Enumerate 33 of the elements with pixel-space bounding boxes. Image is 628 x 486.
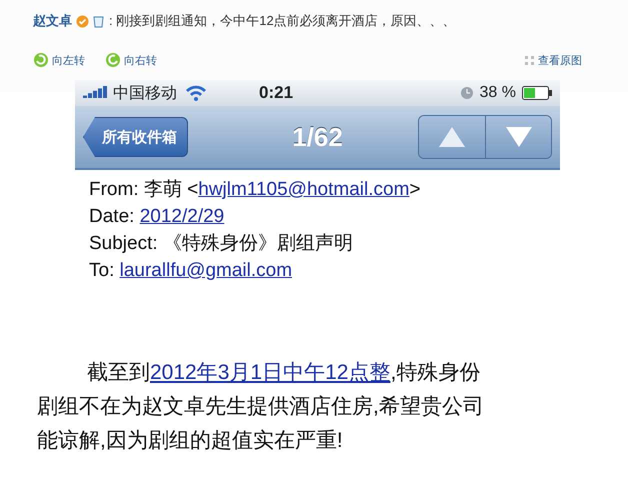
clock-time: 0:21 bbox=[259, 83, 294, 103]
previous-button[interactable] bbox=[419, 116, 485, 158]
cup-icon bbox=[93, 14, 105, 28]
email-link[interactable]: hwjlm1105@hotmail.com bbox=[198, 176, 410, 203]
wifi-icon bbox=[185, 85, 207, 101]
carrier-name: 中国移动 bbox=[113, 84, 177, 104]
rotate-icon bbox=[33, 52, 49, 68]
email-link[interactable]: laurallfu@gmail.com bbox=[120, 257, 292, 284]
rotate-button[interactable]: 向右转 bbox=[105, 52, 157, 68]
author-name[interactable]: 赵文卓 bbox=[33, 12, 72, 30]
next-button[interactable] bbox=[485, 116, 551, 158]
grid-icon bbox=[525, 56, 534, 64]
view-original-link[interactable]: 查看原图 bbox=[538, 52, 582, 68]
rotate-button[interactable]: 向左转 bbox=[33, 52, 85, 68]
up-arrow-icon bbox=[439, 127, 465, 147]
down-arrow-icon bbox=[506, 127, 532, 147]
message-body: 截至到2012年3月1日中午12点整,特殊身份剧组不在为赵文卓先生提供酒店住房,希望贵公司能谅解,因为剧组的超值实在严重! bbox=[37, 360, 485, 454]
rotate-icon bbox=[105, 52, 121, 68]
header-text: From: 李萌 < bbox=[89, 178, 198, 202]
date-link[interactable]: 2012年3月1日中午12点整 bbox=[150, 361, 390, 384]
header-text: Subject: 《特殊身份》剧组声明 bbox=[89, 232, 353, 256]
verified-badge-icon bbox=[76, 14, 89, 28]
post-text: : 刚接到剧组通知，今中午12点前必须离开酒店，原因、、、 bbox=[109, 12, 456, 30]
back-button[interactable]: 所有收件箱 bbox=[83, 117, 188, 157]
clock-icon bbox=[460, 86, 474, 100]
header-text: > bbox=[409, 178, 420, 202]
battery-icon bbox=[522, 86, 552, 100]
message-counter: 1/62 bbox=[292, 122, 343, 152]
header-text: Date: bbox=[89, 205, 136, 229]
email-link[interactable]: 2012/2/29 bbox=[140, 203, 224, 230]
signal-icon bbox=[83, 86, 109, 100]
header-text: To: bbox=[89, 259, 116, 283]
battery-percent: 38 % bbox=[480, 84, 516, 102]
